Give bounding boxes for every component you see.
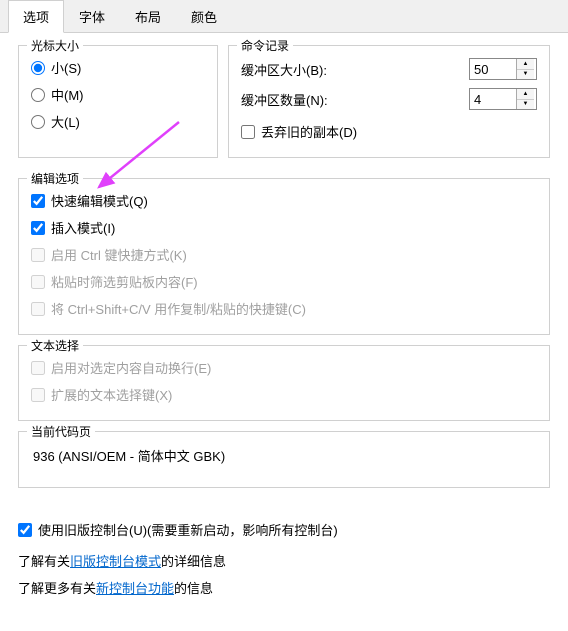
codepage-title: 当前代码页	[27, 423, 95, 440]
newconsole-prefix: 了解更多有关	[18, 581, 96, 596]
insert-mode-input[interactable]	[31, 221, 45, 235]
ctrl-shift-cv-label: 将 Ctrl+Shift+C/V 用作复制/粘贴的快捷键(C)	[51, 299, 306, 318]
cursor-large-label: 大(L)	[51, 112, 80, 131]
cursor-small-radio[interactable]: 小(S)	[31, 54, 205, 81]
discard-dupes-label: 丢弃旧的副本(D)	[261, 122, 357, 141]
cursor-size-group: 光标大小 小(S) 中(M) 大(L)	[18, 45, 218, 158]
quick-edit-label: 快速编辑模式(Q)	[51, 191, 148, 210]
tab-layout[interactable]: 布局	[120, 0, 176, 32]
filter-paste-checkbox: 粘贴时筛选剪贴板内容(F)	[31, 268, 537, 295]
cursor-medium-label: 中(M)	[51, 85, 84, 104]
legacy-console-checkbox[interactable]: 使用旧版控制台(U)(需要重新启动，影响所有控制台)	[18, 516, 550, 543]
tab-options[interactable]: 选项	[8, 0, 64, 33]
buffer-size-down[interactable]: ▼	[517, 70, 534, 80]
insert-mode-label: 插入模式(I)	[51, 218, 115, 237]
ctrl-shortcuts-checkbox: 启用 Ctrl 键快捷方式(K)	[31, 241, 537, 268]
newconsole-info-line: 了解更多有关新控制台功能的信息	[18, 578, 550, 597]
legacy-info-line: 了解有关旧版控制台模式的详细信息	[18, 551, 550, 570]
buffer-count-spinner[interactable]: ▲ ▼	[469, 88, 537, 110]
legacy-info-prefix: 了解有关	[18, 554, 70, 569]
command-history-title: 命令记录	[237, 37, 293, 54]
buffer-size-up[interactable]: ▲	[517, 59, 534, 70]
linewrap-checkbox: 启用对选定内容自动换行(E)	[31, 354, 537, 381]
legacy-info-suffix: 的详细信息	[161, 554, 226, 569]
buffer-size-label: 缓冲区大小(B):	[241, 60, 327, 79]
buffer-size-input[interactable]	[470, 59, 516, 79]
quick-edit-input[interactable]	[31, 194, 45, 208]
legacy-console-input[interactable]	[18, 523, 32, 537]
tab-font[interactable]: 字体	[64, 0, 120, 32]
ctrl-shortcuts-input	[31, 248, 45, 262]
tab-colors[interactable]: 颜色	[176, 0, 232, 32]
extended-select-input	[31, 388, 45, 402]
tab-content: 光标大小 小(S) 中(M) 大(L) 命令记录 缓冲区大小(B):	[0, 33, 568, 510]
ctrl-shortcuts-label: 启用 Ctrl 键快捷方式(K)	[51, 245, 187, 264]
extended-select-checkbox: 扩展的文本选择键(X)	[31, 381, 537, 408]
discard-dupes-checkbox[interactable]: 丢弃旧的副本(D)	[241, 118, 537, 145]
filter-paste-input	[31, 275, 45, 289]
buffer-count-down[interactable]: ▼	[517, 100, 534, 110]
ctrl-shift-cv-input	[31, 302, 45, 316]
command-history-group: 命令记录 缓冲区大小(B): ▲ ▼ 缓冲区数量(N): ▲ ▼	[228, 45, 550, 158]
cursor-large-input[interactable]	[31, 115, 45, 129]
cursor-small-label: 小(S)	[51, 58, 81, 77]
quick-edit-checkbox[interactable]: 快速编辑模式(Q)	[31, 187, 537, 214]
legacy-console-label: 使用旧版控制台(U)(需要重新启动，影响所有控制台)	[38, 520, 338, 539]
linewrap-input	[31, 361, 45, 375]
codepage-group: 当前代码页 936 (ANSI/OEM - 简体中文 GBK)	[18, 431, 550, 488]
newconsole-suffix: 的信息	[174, 581, 213, 596]
filter-paste-label: 粘贴时筛选剪贴板内容(F)	[51, 272, 198, 291]
edit-options-title: 编辑选项	[27, 170, 83, 187]
extended-select-label: 扩展的文本选择键(X)	[51, 385, 172, 404]
linewrap-label: 启用对选定内容自动换行(E)	[51, 358, 211, 377]
ctrl-shift-cv-checkbox: 将 Ctrl+Shift+C/V 用作复制/粘贴的快捷键(C)	[31, 295, 537, 322]
buffer-count-up[interactable]: ▲	[517, 89, 534, 100]
buffer-size-spinner[interactable]: ▲ ▼	[469, 58, 537, 80]
cursor-size-title: 光标大小	[27, 37, 83, 54]
text-select-group: 文本选择 启用对选定内容自动换行(E) 扩展的文本选择键(X)	[18, 345, 550, 421]
buffer-count-input[interactable]	[470, 89, 516, 109]
discard-dupes-input[interactable]	[241, 125, 255, 139]
cursor-medium-input[interactable]	[31, 88, 45, 102]
tab-bar: 选项 字体 布局 颜色	[0, 0, 568, 33]
buffer-count-label: 缓冲区数量(N):	[241, 90, 328, 109]
legacy-mode-link[interactable]: 旧版控制台模式	[70, 554, 161, 569]
text-select-title: 文本选择	[27, 337, 83, 354]
edit-options-group: 编辑选项 快速编辑模式(Q) 插入模式(I) 启用 Ctrl 键快捷方式(K) …	[18, 178, 550, 335]
codepage-value: 936 (ANSI/OEM - 简体中文 GBK)	[31, 440, 537, 475]
footer-area: 使用旧版控制台(U)(需要重新启动，影响所有控制台) 了解有关旧版控制台模式的详…	[0, 510, 568, 617]
cursor-small-input[interactable]	[31, 61, 45, 75]
newconsole-link[interactable]: 新控制台功能	[96, 581, 174, 596]
cursor-medium-radio[interactable]: 中(M)	[31, 81, 205, 108]
insert-mode-checkbox[interactable]: 插入模式(I)	[31, 214, 537, 241]
cursor-large-radio[interactable]: 大(L)	[31, 108, 205, 135]
